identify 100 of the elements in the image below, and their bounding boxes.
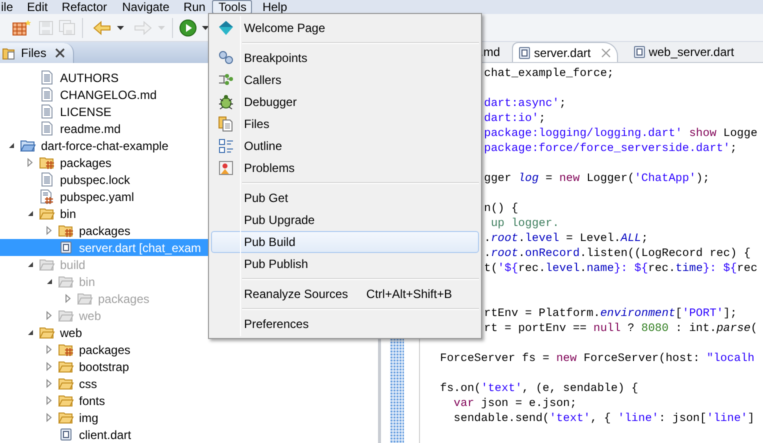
tree-item[interactable]: css [78,374,98,392]
files-tab[interactable]: Files [0,43,74,63]
project-folder-icon [20,138,36,152]
tree-item[interactable]: packages [59,154,112,172]
expanded-arrow-icon[interactable] [26,329,34,336]
code-line: .root.onRecord.listen((LogRecord rec) { [484,248,751,260]
folder-icon [58,360,74,374]
expanded-arrow-icon[interactable] [26,261,34,268]
editor-tab[interactable]: server.dart [512,42,618,62]
folder-icon [2,46,16,60]
file-icon [41,70,53,85]
code-line: rtEnv = Platform.environment['PORT']; [484,308,737,320]
dropdown-caret-icon[interactable] [201,24,210,30]
file-icon [41,172,53,187]
collapsed-arrow-icon[interactable] [46,362,52,371]
menu-item[interactable]: Breakpoints [211,47,479,69]
tree-item[interactable]: bootstrap [78,358,130,376]
code-line: dart:io'; [484,113,546,125]
menu-item[interactable]: Callers [211,69,479,91]
file-icon [41,104,53,119]
expanded-arrow-icon[interactable] [46,278,52,285]
package-folder-icon [58,224,74,238]
code-line: up logger. [490,218,560,230]
menu-item[interactable]: Run [176,0,212,14]
collapsed-arrow-icon[interactable] [46,345,52,354]
code-line: .root.level = Level.ALL; [484,233,648,245]
shortcut-label: Ctrl+Alt+Shift+B [366,286,452,303]
tree-item[interactable]: client.dart [78,426,132,443]
menu-item[interactable]: Refactor [54,0,114,14]
code-line: t('${rec.level.name}: ${rec.time}: ${rec [484,263,758,275]
package-folder-icon [39,156,55,170]
menu-item[interactable]: Pub Get [211,187,479,209]
tree-item[interactable]: dart-force-chat-example [40,136,170,154]
menu-item[interactable]: Debugger [211,91,479,113]
collapsed-arrow-icon[interactable] [46,413,52,422]
collapsed-arrow-icon[interactable] [46,396,52,405]
code-line: n() { [484,203,518,215]
file-icon [41,121,53,136]
run-icon[interactable] [179,18,197,36]
tree-item[interactable]: pubspec.lock [59,170,132,188]
collapsed-arrow-icon[interactable] [46,311,52,320]
code-line: fs.on('text', (e, sendable) { [440,383,638,395]
call-hierarchy-icon [218,72,234,88]
tree-item[interactable]: fonts [78,392,106,410]
tree-item[interactable]: packages [78,222,132,240]
problems-icon [218,160,234,176]
menu-item[interactable]: Outline [211,135,479,157]
menu-item[interactable]: Files [211,113,479,135]
close-icon[interactable] [55,48,66,58]
code-line: var json = e.json; [452,398,577,410]
folder-icon [58,376,74,390]
bug-icon [218,94,234,110]
menu-item[interactable]: Tools [212,0,252,14]
menu-item[interactable]: Preferences [211,313,479,335]
menu-item[interactable]: Reanalyze Sources Ctrl+Alt+Shift+B [211,283,479,305]
expanded-arrow-icon[interactable] [26,210,34,217]
code-line: gger log = new Logger('ChatApp'); [484,173,710,185]
folder-icon [58,274,74,288]
tree-item[interactable]: img [78,408,100,426]
collapsed-arrow-icon[interactable] [46,379,52,388]
yaml-file-icon [40,189,54,204]
tree-item[interactable]: web [59,324,84,342]
code-line: rt = portEnv == null ? 8080 : int.parse( [484,323,758,335]
dart-file-icon [634,46,645,58]
folder-icon [58,308,74,322]
folder-icon [58,394,74,408]
outline-icon [218,138,234,154]
tree-item[interactable]: readme.md [59,120,122,138]
menu-item[interactable]: Edit [20,0,55,14]
tab-label: Files [21,45,46,62]
tree-item[interactable]: AUTHORS [59,68,120,86]
tree-item[interactable]: bin [59,204,78,222]
folder-icon [39,206,55,220]
collapsed-arrow-icon[interactable] [46,226,52,235]
tree-item[interactable]: LICENSE [59,102,112,120]
collapsed-arrow-icon[interactable] [27,158,33,167]
folder-icon [39,326,55,340]
dart-file-icon [60,241,72,254]
menu-item[interactable]: Pub Publish [211,253,479,275]
menu-item[interactable]: Navigate [115,0,176,14]
package-folder-icon [58,342,74,356]
dropdown-caret-icon[interactable] [116,24,125,30]
code-line: chat_example_force; [484,68,614,80]
menu-item[interactable]: Pub Build [211,231,479,253]
tree-item[interactable]: CHANGELOG.md [59,86,158,104]
tree-item[interactable]: packages [78,340,132,358]
new-project-icon[interactable] [11,18,31,36]
collapsed-arrow-icon[interactable] [65,294,71,303]
code-line: dart:async'; [484,98,566,110]
folder-icon [77,292,93,306]
expanded-arrow-icon[interactable] [8,142,14,149]
file-icon [41,87,53,102]
editor-tab[interactable]: web_server.dart [628,42,740,62]
menu-item[interactable]: Problems [211,157,479,179]
breakpoints-icon [218,50,234,66]
files-icon [218,116,234,132]
menu-item[interactable]: Help [255,0,294,14]
tree-item[interactable]: pubspec.yaml [59,188,136,206]
menu-item[interactable]: ile [0,0,20,14]
menu-item[interactable]: Pub Upgrade [211,209,479,231]
